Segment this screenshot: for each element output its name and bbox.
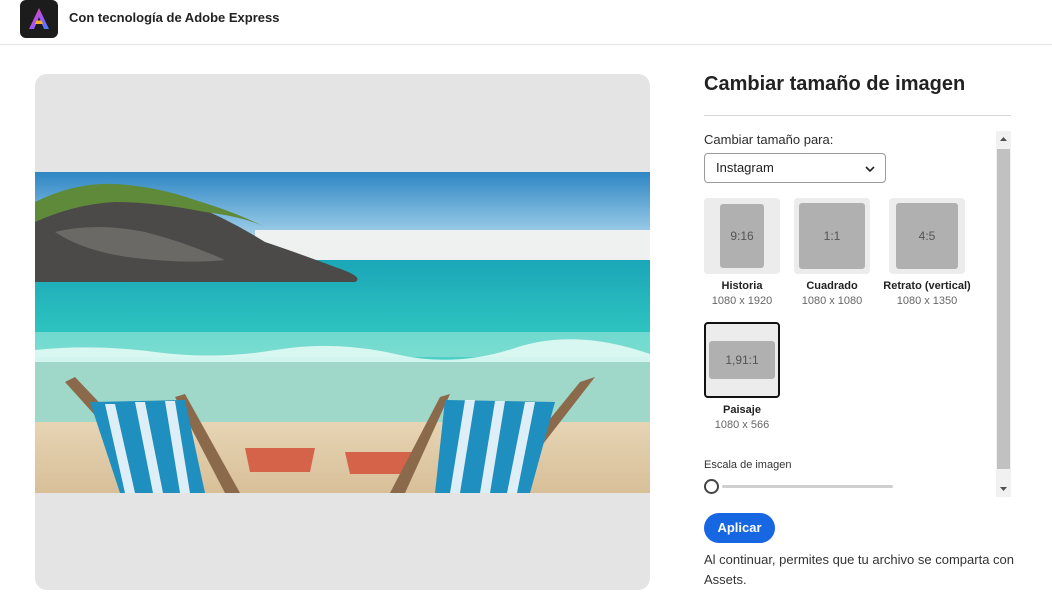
size-option-historia[interactable]: 9:16 Historia 1080 x 1920 (704, 198, 780, 308)
consent-text: Al continuar, permites que tu archivo se… (704, 552, 1014, 587)
size-option-cuadrado[interactable]: 1:1 Cuadrado 1080 x 1080 (794, 198, 870, 308)
ratio-shape: 4:5 (896, 203, 958, 269)
options-scroll-area: Cambiar tamaño para: Instagram 9:16 Hist… (704, 131, 1011, 497)
panel-title: Cambiar tamaño de imagen (704, 73, 966, 95)
ratio-shape: 1,91:1 (709, 341, 775, 379)
resize-for-label: Cambiar tamaño para: (704, 132, 834, 147)
size-dims: 1080 x 1350 (896, 295, 958, 307)
size-thumb-selected: 1,91:1 (704, 322, 780, 398)
scroll-up-arrow-icon[interactable] (996, 131, 1011, 147)
image-scale-label: Escala de imagen (704, 459, 792, 471)
ratio-shape: 1:1 (799, 203, 865, 269)
powered-by-text: Con tecnología de Adobe Express (69, 10, 280, 25)
size-thumb: 9:16 (704, 198, 780, 274)
platform-select[interactable]: Instagram (704, 153, 886, 183)
size-dims: 1080 x 566 (714, 419, 770, 431)
size-thumb: 4:5 (889, 198, 965, 274)
size-name: Retrato (vertical) (883, 280, 971, 292)
apply-button[interactable]: Aplicar (704, 513, 775, 543)
panel-scrollbar[interactable] (996, 131, 1011, 497)
size-option-retrato[interactable]: 4:5 Retrato (vertical) 1080 x 1350 (883, 198, 971, 308)
platform-select-value: Instagram (716, 160, 774, 175)
size-thumb: 1:1 (794, 198, 870, 274)
scroll-down-arrow-icon[interactable] (996, 481, 1011, 497)
image-scale-slider-track[interactable] (722, 485, 893, 488)
top-bar: Con tecnología de Adobe Express (0, 0, 1052, 45)
beach-photo (35, 172, 650, 493)
image-preview (35, 74, 650, 590)
image-scale-slider-knob[interactable] (704, 479, 719, 494)
size-name: Paisaje (723, 404, 761, 416)
chevron-down-icon (865, 166, 875, 173)
scrollbar-thumb[interactable] (997, 149, 1010, 469)
size-option-paisaje[interactable]: 1,91:1 Paisaje 1080 x 566 (704, 322, 780, 432)
ratio-shape: 9:16 (720, 204, 764, 268)
divider (704, 115, 1011, 116)
adobe-express-logo-icon (20, 0, 58, 38)
